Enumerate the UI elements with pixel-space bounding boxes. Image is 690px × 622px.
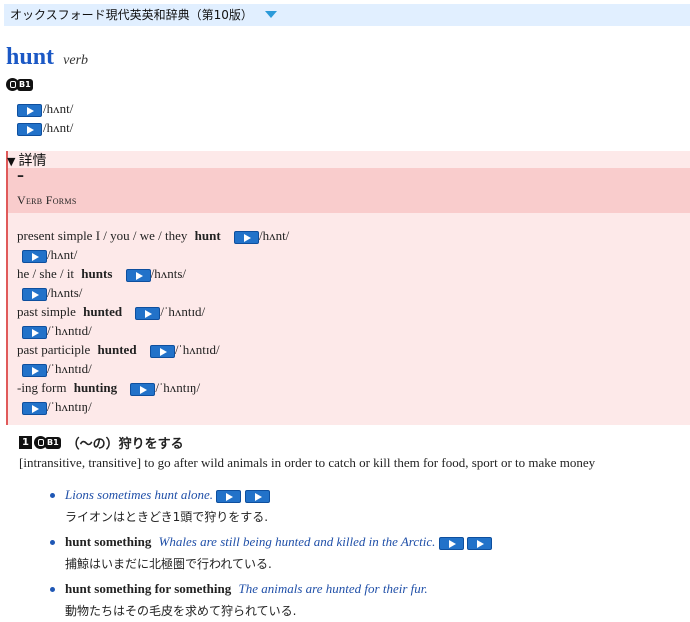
example-translation: 捕鯨はいまだに北極圏で行われている. [65,557,272,571]
verb-forms-title: Verb Forms [17,193,77,207]
form-word: hunted [83,304,123,319]
play-audio-button[interactable] [149,344,175,358]
sense-number: 1 [19,436,32,449]
ipa: /hʌnt/ [258,228,290,243]
verb-form-row: -ing form hunting /ˈhʌntɪŋ/ [17,380,200,396]
example-item: hunt something Whales are still being hu… [50,534,492,550]
pronunciation-uk: /hʌnt/ [17,101,73,117]
form-word: hunt [194,228,221,243]
ipa: /ˈhʌntɪŋ/ [155,380,201,395]
ipa: /hʌnts/ [150,266,187,281]
play-audio-button[interactable] [125,268,151,282]
form-label: present simple I / you / we / they [17,228,188,243]
play-audio-button[interactable] [22,325,47,339]
form-word: hunts [81,266,113,281]
ipa: /hʌnt/ [43,101,74,116]
ipa: /hʌnts/ [47,285,83,300]
verb-form-row: he / she / it hunts /hʌnts/ [17,266,186,282]
oxford-key-icon [34,436,47,449]
play-audio-button[interactable] [244,489,270,503]
verb-form-us: /ˈhʌntɪd/ [22,361,92,377]
ipa: /ˈhʌntɪd/ [174,342,220,357]
form-word: hunting [73,380,118,395]
verb-form-us: /ˈhʌntɪd/ [22,323,92,339]
bullet-icon [50,587,55,592]
details-toggle[interactable]: ▼ 詳情 [7,150,46,170]
example-pattern: hunt something for something [65,581,232,596]
entry-heading: hunt verb [6,44,88,71]
play-audio-button[interactable] [130,382,156,396]
example-sentence: The animals are hunted for their fur. [238,581,428,596]
ipa: /ˈhʌntɪd/ [47,323,92,338]
play-audio-button[interactable] [17,103,42,117]
ipa: /hʌnt/ [43,120,74,135]
play-audio-button[interactable] [22,287,47,301]
example-sentence: Lions sometimes hunt alone. [65,487,214,502]
sense-definition: [intransitive, transitive] to go after w… [19,455,596,470]
level-badge: B1 [17,78,33,91]
play-audio-button[interactable] [135,306,161,320]
example-pattern: hunt something [65,534,152,549]
example-item: hunt something for something The animals… [50,581,428,597]
play-audio-button[interactable] [22,363,47,377]
ipa: /ˈhʌntɪd/ [47,361,92,376]
example-translation: 動物たちはその毛皮を求めて狩られている. [65,604,297,618]
example-item: Lions sometimes hunt alone. [50,487,270,503]
verb-forms-header: – Verb Forms [8,168,690,213]
verb-form-us: /hʌnts/ [22,285,82,301]
play-audio-button[interactable] [438,536,464,550]
bullet-icon [50,540,55,545]
form-label: past participle [17,342,91,357]
play-audio-button[interactable] [466,536,492,550]
verb-form-us: /hʌnt/ [22,247,77,263]
sense-jp-heading: （～の）狩りをする [66,437,184,452]
play-audio-button[interactable] [22,249,47,263]
dropdown-arrow-icon[interactable] [264,11,277,18]
form-word: hunted [97,342,137,357]
form-label: he / she / it [17,266,75,281]
form-label: past simple [17,304,76,319]
play-audio-button[interactable] [22,401,47,415]
part-of-speech: verb [63,53,89,68]
play-audio-button[interactable] [17,122,42,136]
ipa: /ˈhʌntɪd/ [160,304,206,319]
oxford-key-icon [6,78,19,91]
details-section: ▼ 詳情 – Verb Forms present simple I / you … [6,151,690,425]
dictionary-name: オックスフォード現代英英和辞典（第10版） [10,8,253,22]
verb-form-us: /ˈhʌntɪŋ/ [22,399,92,415]
verb-form-row: past participle hunted /ˈhʌntɪd/ [17,342,220,358]
collapse-dash[interactable]: – [17,168,24,184]
bullet-icon [50,493,55,498]
play-audio-button[interactable] [216,489,242,503]
example-sentence: Whales are still being hunted and killed… [158,534,436,549]
ipa: /ˈhʌntɪŋ/ [47,399,92,414]
collapse-triangle-icon[interactable]: ▼ [7,155,15,168]
cefr-level: B1 [6,78,33,91]
ipa: /hʌnt/ [47,247,78,262]
example-translation: ライオンはときどき1頭で狩りをする. [65,510,269,524]
dictionary-selector[interactable]: オックスフォード現代英英和辞典（第10版） [4,4,690,26]
verb-form-row: present simple I / you / we / they hunt … [17,228,289,244]
level-badge: B1 [45,436,61,449]
sense-heading: 1 B1 （～の）狩りをする [19,433,184,452]
form-label: -ing form [17,380,67,395]
headword: hunt [6,44,55,70]
verb-form-row: past simple hunted /ˈhʌntɪd/ [17,304,205,320]
pronunciation-us: /hʌnt/ [17,120,73,136]
play-audio-button[interactable] [233,230,259,244]
details-label: 詳情 [18,153,47,169]
